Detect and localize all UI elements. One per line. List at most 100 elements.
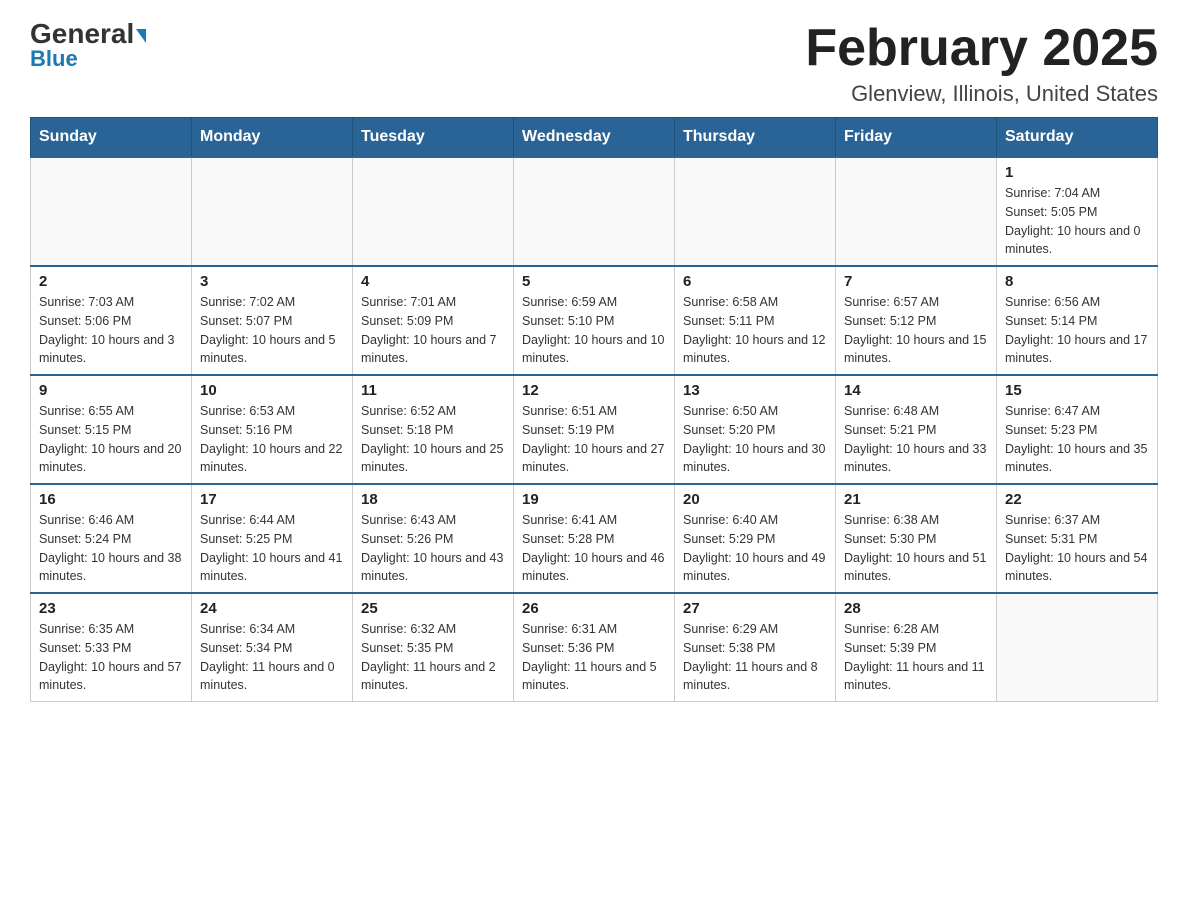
table-row <box>353 157 514 266</box>
day-info: Sunrise: 6:29 AMSunset: 5:38 PMDaylight:… <box>683 620 827 695</box>
day-info: Sunrise: 6:38 AMSunset: 5:30 PMDaylight:… <box>844 511 988 586</box>
logo-general: General <box>30 20 146 48</box>
day-info: Sunrise: 7:03 AMSunset: 5:06 PMDaylight:… <box>39 293 183 368</box>
day-number: 4 <box>361 273 505 290</box>
day-number: 18 <box>361 491 505 508</box>
table-row: 13 Sunrise: 6:50 AMSunset: 5:20 PMDayligh… <box>675 375 836 484</box>
header-tuesday: Tuesday <box>353 118 514 158</box>
table-row: 25Sunrise: 6:32 AMSunset: 5:35 PMDayligh… <box>353 593 514 702</box>
table-row <box>192 157 353 266</box>
day-info: Sunrise: 6:56 AMSunset: 5:14 PMDaylight:… <box>1005 293 1149 368</box>
day-info: Sunrise: 6:43 AMSunset: 5:26 PMDaylight:… <box>361 511 505 586</box>
weekday-header-row: Sunday Monday Tuesday Wednesday Thursday… <box>31 118 1158 158</box>
table-row: 20 Sunrise: 6:40 AMSunset: 5:29 PMDayligh… <box>675 484 836 593</box>
calendar-week-row: 1 Sunrise: 7:04 AMSunset: 5:05 PMDaylight… <box>31 157 1158 266</box>
day-info: Sunrise: 7:02 AMSunset: 5:07 PMDaylight:… <box>200 293 344 368</box>
day-info: Sunrise: 6:58 AMSunset: 5:11 PMDaylight:… <box>683 293 827 368</box>
day-number: 13 <box>683 382 827 399</box>
day-number: 27 <box>683 600 827 617</box>
day-info: Sunrise: 6:44 AMSunset: 5:25 PMDaylight:… <box>200 511 344 586</box>
table-row: 8 Sunrise: 6:56 AMSunset: 5:14 PMDaylight… <box>997 266 1158 375</box>
day-info: Sunrise: 6:28 AMSunset: 5:39 PMDaylight:… <box>844 620 988 695</box>
day-info: Sunrise: 6:47 AMSunset: 5:23 PMDaylight:… <box>1005 402 1149 477</box>
table-row: 18 Sunrise: 6:43 AMSunset: 5:26 PMDayligh… <box>353 484 514 593</box>
table-row: 23Sunrise: 6:35 AMSunset: 5:33 PMDayligh… <box>31 593 192 702</box>
table-row: 22 Sunrise: 6:37 AMSunset: 5:31 PMDayligh… <box>997 484 1158 593</box>
table-row: 16 Sunrise: 6:46 AMSunset: 5:24 PMDayligh… <box>31 484 192 593</box>
day-info: Sunrise: 6:55 AMSunset: 5:15 PMDaylight:… <box>39 402 183 477</box>
table-row: 15 Sunrise: 6:47 AMSunset: 5:23 PMDayligh… <box>997 375 1158 484</box>
table-row <box>31 157 192 266</box>
day-number: 10 <box>200 382 344 399</box>
day-number: 28 <box>844 600 988 617</box>
day-info: Sunrise: 6:50 AMSunset: 5:20 PMDaylight:… <box>683 402 827 477</box>
header-sunday: Sunday <box>31 118 192 158</box>
day-number: 1 <box>1005 164 1149 181</box>
calendar-week-row: 2 Sunrise: 7:03 AMSunset: 5:06 PMDaylight… <box>31 266 1158 375</box>
day-number: 24 <box>200 600 344 617</box>
table-row <box>836 157 997 266</box>
table-row: 24 Sunrise: 6:34 AMSunset: 5:34 PMDayligh… <box>192 593 353 702</box>
logo-triangle-icon <box>136 29 146 43</box>
location-title: Glenview, Illinois, United States <box>805 81 1158 107</box>
logo: General Blue <box>30 20 146 72</box>
day-info: Sunrise: 7:04 AMSunset: 5:05 PMDaylight:… <box>1005 184 1149 259</box>
day-info: Sunrise: 6:41 AMSunset: 5:28 PMDaylight:… <box>522 511 666 586</box>
day-number: 16 <box>39 491 183 508</box>
table-row: 6 Sunrise: 6:58 AMSunset: 5:11 PMDaylight… <box>675 266 836 375</box>
table-row: 12 Sunrise: 6:51 AMSunset: 5:19 PMDayligh… <box>514 375 675 484</box>
day-number: 19 <box>522 491 666 508</box>
table-row: 3 Sunrise: 7:02 AMSunset: 5:07 PMDaylight… <box>192 266 353 375</box>
table-row: 14Sunrise: 6:48 AMSunset: 5:21 PMDayligh… <box>836 375 997 484</box>
header-thursday: Thursday <box>675 118 836 158</box>
table-row <box>514 157 675 266</box>
table-row: 11Sunrise: 6:52 AMSunset: 5:18 PMDayligh… <box>353 375 514 484</box>
day-number: 21 <box>844 491 988 508</box>
day-info: Sunrise: 6:31 AMSunset: 5:36 PMDaylight:… <box>522 620 666 695</box>
month-title: February 2025 <box>805 20 1158 77</box>
table-row: 4 Sunrise: 7:01 AMSunset: 5:09 PMDaylight… <box>353 266 514 375</box>
day-info: Sunrise: 7:01 AMSunset: 5:09 PMDaylight:… <box>361 293 505 368</box>
day-info: Sunrise: 6:34 AMSunset: 5:34 PMDaylight:… <box>200 620 344 695</box>
table-row: 17 Sunrise: 6:44 AMSunset: 5:25 PMDayligh… <box>192 484 353 593</box>
header-friday: Friday <box>836 118 997 158</box>
table-row: 9 Sunrise: 6:55 AMSunset: 5:15 PMDaylight… <box>31 375 192 484</box>
calendar-table: Sunday Monday Tuesday Wednesday Thursday… <box>30 117 1158 702</box>
day-info: Sunrise: 6:40 AMSunset: 5:29 PMDaylight:… <box>683 511 827 586</box>
day-number: 9 <box>39 382 183 399</box>
day-info: Sunrise: 6:51 AMSunset: 5:19 PMDaylight:… <box>522 402 666 477</box>
calendar-week-row: 9 Sunrise: 6:55 AMSunset: 5:15 PMDaylight… <box>31 375 1158 484</box>
day-number: 5 <box>522 273 666 290</box>
header-wednesday: Wednesday <box>514 118 675 158</box>
table-row: 2 Sunrise: 7:03 AMSunset: 5:06 PMDaylight… <box>31 266 192 375</box>
day-info: Sunrise: 6:57 AMSunset: 5:12 PMDaylight:… <box>844 293 988 368</box>
day-number: 22 <box>1005 491 1149 508</box>
day-number: 15 <box>1005 382 1149 399</box>
day-number: 12 <box>522 382 666 399</box>
day-number: 17 <box>200 491 344 508</box>
day-info: Sunrise: 6:59 AMSunset: 5:10 PMDaylight:… <box>522 293 666 368</box>
table-row <box>675 157 836 266</box>
day-info: Sunrise: 6:46 AMSunset: 5:24 PMDaylight:… <box>39 511 183 586</box>
table-row: 5 Sunrise: 6:59 AMSunset: 5:10 PMDaylight… <box>514 266 675 375</box>
day-info: Sunrise: 6:37 AMSunset: 5:31 PMDaylight:… <box>1005 511 1149 586</box>
logo-blue: Blue <box>30 46 78 72</box>
table-row: 7 Sunrise: 6:57 AMSunset: 5:12 PMDaylight… <box>836 266 997 375</box>
day-number: 25 <box>361 600 505 617</box>
header-monday: Monday <box>192 118 353 158</box>
calendar-week-row: 16 Sunrise: 6:46 AMSunset: 5:24 PMDayligh… <box>31 484 1158 593</box>
day-info: Sunrise: 6:53 AMSunset: 5:16 PMDaylight:… <box>200 402 344 477</box>
day-number: 8 <box>1005 273 1149 290</box>
table-row: 27 Sunrise: 6:29 AMSunset: 5:38 PMDayligh… <box>675 593 836 702</box>
calendar-week-row: 23Sunrise: 6:35 AMSunset: 5:33 PMDayligh… <box>31 593 1158 702</box>
day-info: Sunrise: 6:35 AMSunset: 5:33 PMDaylight:… <box>39 620 183 695</box>
day-number: 20 <box>683 491 827 508</box>
day-info: Sunrise: 6:52 AMSunset: 5:18 PMDaylight:… <box>361 402 505 477</box>
day-number: 6 <box>683 273 827 290</box>
day-number: 2 <box>39 273 183 290</box>
day-number: 3 <box>200 273 344 290</box>
table-row: 1 Sunrise: 7:04 AMSunset: 5:05 PMDaylight… <box>997 157 1158 266</box>
day-number: 7 <box>844 273 988 290</box>
table-row: 19 Sunrise: 6:41 AMSunset: 5:28 PMDayligh… <box>514 484 675 593</box>
day-number: 14 <box>844 382 988 399</box>
